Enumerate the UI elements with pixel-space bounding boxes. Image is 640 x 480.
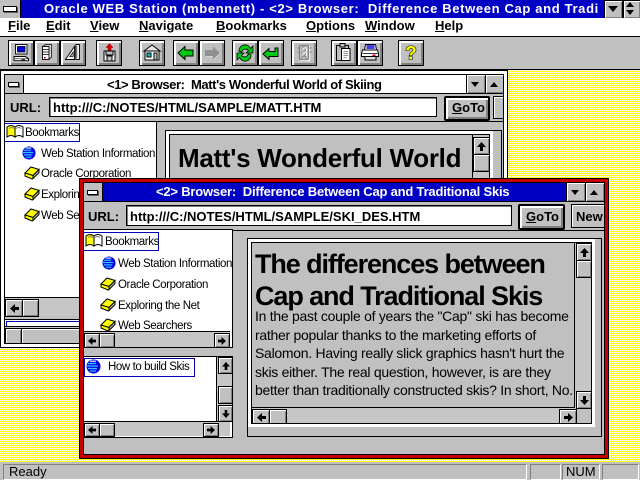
svg-text:?: ? xyxy=(405,44,417,64)
